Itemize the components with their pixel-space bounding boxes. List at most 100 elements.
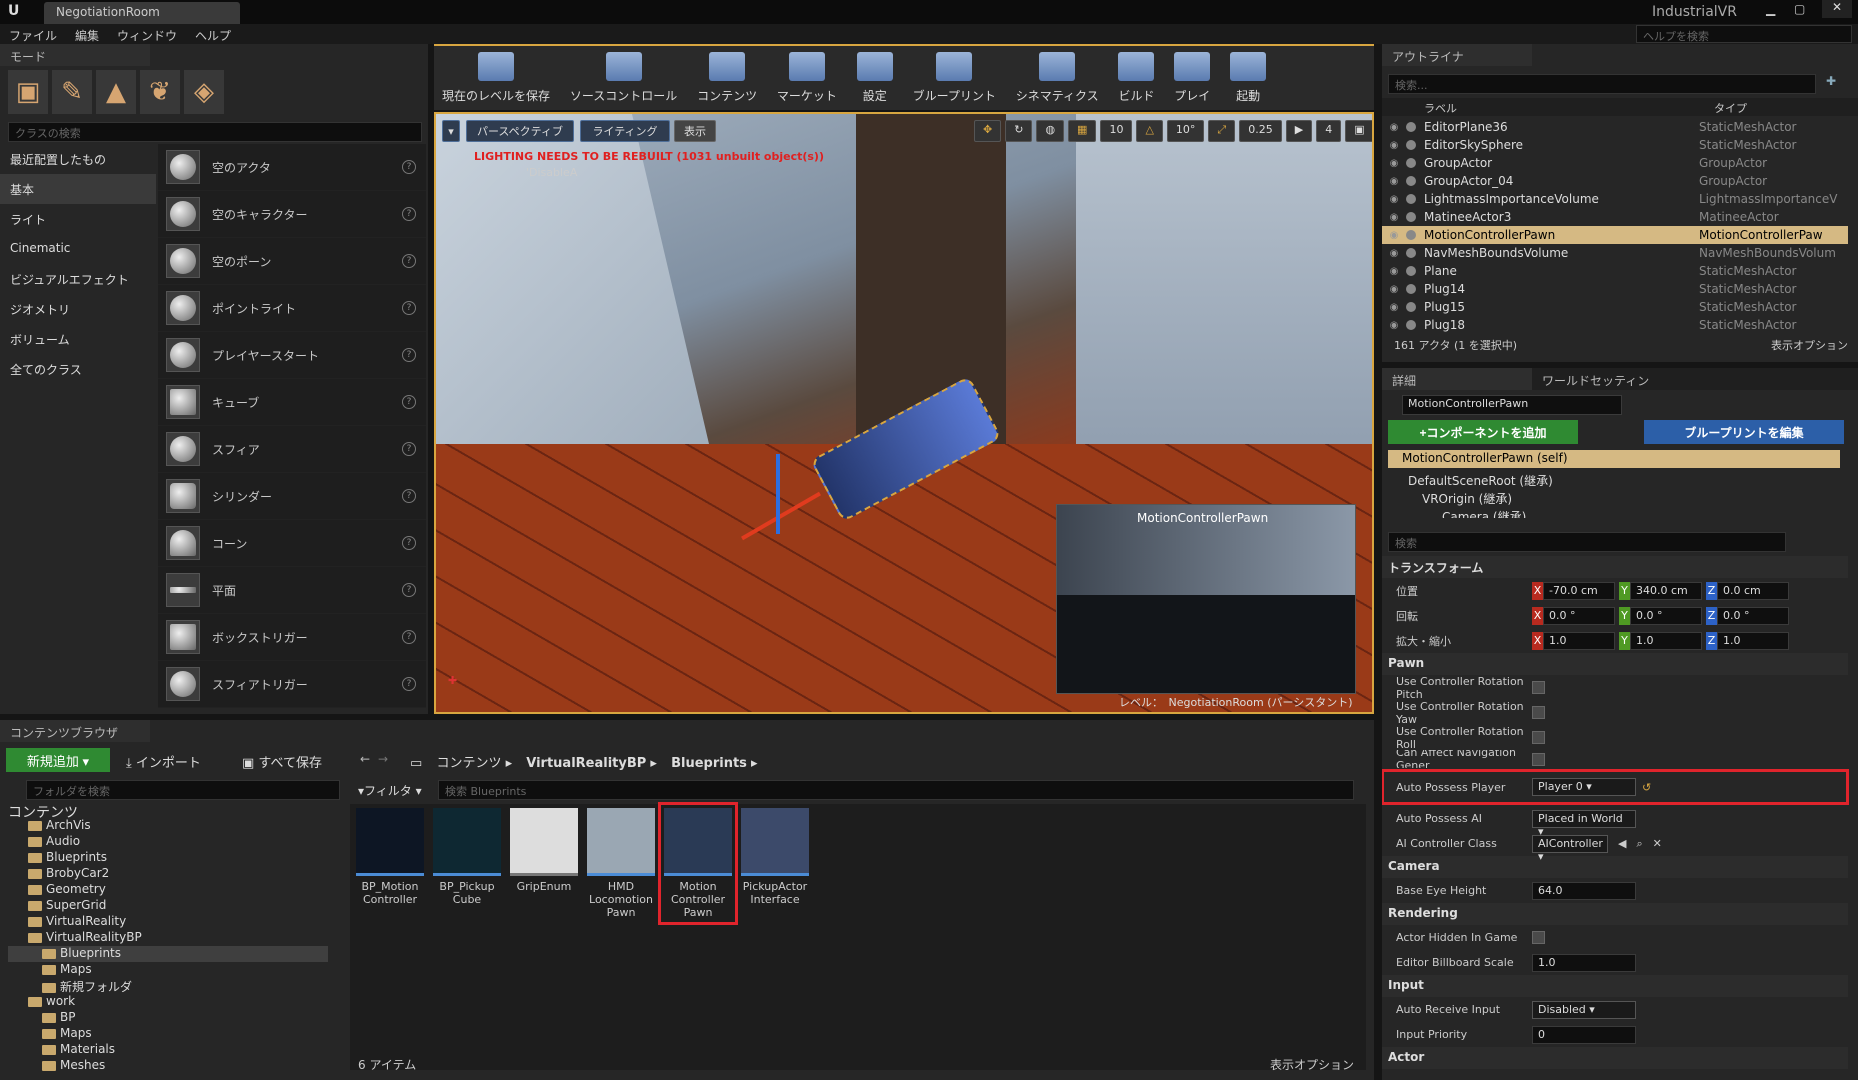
section-rendering[interactable]: Rendering [1382,903,1848,925]
details-tab[interactable]: 詳細 [1382,368,1532,390]
help-search-input[interactable]: ヘルプを検索 [1636,25,1852,43]
section-transform[interactable]: トランスフォーム [1382,556,1848,578]
clear-icon[interactable]: ✕ [1653,837,1662,850]
asset-grip-enum[interactable]: GripEnum [510,808,578,893]
category-volumes[interactable]: ボリューム [0,324,156,354]
eye-icon[interactable]: ◉ [1382,266,1406,277]
type-column[interactable]: タイプ [1714,100,1747,116]
asset-pickup-actor-interface[interactable]: PickupActor Interface [741,808,809,906]
import-button[interactable]: ⤓ インポート [126,752,201,771]
help-icon[interactable]: ? [402,677,416,691]
camera-speed-icon[interactable]: ▶ [1285,120,1313,142]
crumb-blueprints[interactable]: Blueprints [671,756,747,771]
market-button[interactable]: マーケット [769,46,845,104]
place-item[interactable]: 空のキャラクター? [158,191,426,238]
save-level-button[interactable]: 現在のレベルを保存 [434,46,558,104]
auto-possess-player-dropdown[interactable]: Player 0 ▾ [1532,778,1636,796]
scale-snap-icon[interactable]: ⤢ [1208,120,1236,142]
save-all-button[interactable]: ▣ すべて保存 [242,752,322,771]
viewport[interactable]: ▾ パースペクティブ ライティング 表示 LIGHTING NEEDS TO B… [434,112,1374,714]
scale-z[interactable]: 1.0 [1717,631,1789,650]
place-mode-icon[interactable]: ▣ [8,70,48,114]
eye-icon[interactable]: ◉ [1382,140,1406,151]
back-arrow-icon[interactable]: ← [360,752,370,766]
scale-value[interactable]: 0.25 [1239,120,1282,142]
folder-tree-item[interactable]: Materials [8,1042,328,1058]
help-icon[interactable]: ? [402,536,416,550]
category-vfx[interactable]: ビジュアルエフェクト [0,264,156,294]
outliner-row[interactable]: ◉ Plane StaticMeshActor [1382,262,1848,280]
outliner-row[interactable]: ◉ EditorSkySphere StaticMeshActor [1382,136,1848,154]
folder-tree-item[interactable]: SuperGrid [8,898,328,914]
folder-tree-item[interactable]: 新規フォルダ [8,978,328,994]
help-icon[interactable]: ? [402,583,416,597]
folder-tree-item[interactable]: Audio [8,834,328,850]
outliner-row[interactable]: ◉ NavMeshBoundsVolume NavMeshBoundsVolum [1382,244,1848,262]
actor-hidden-checkbox[interactable] [1532,931,1545,944]
eye-icon[interactable]: ◉ [1382,230,1406,241]
foliage-mode-icon[interactable]: ❦ [140,70,180,114]
folder-search-input[interactable]: フォルダを検索 [26,780,340,800]
base-eye-height-field[interactable]: 64.0 [1532,881,1636,900]
component-self[interactable]: MotionControllerPawn (self) [1388,450,1840,468]
folder-tree-item[interactable]: Blueprints [8,946,328,962]
minimize-button[interactable]: ▁ [1766,2,1775,16]
loc-x[interactable]: -70.0 cm [1543,581,1615,600]
asset-search-input[interactable]: 検索 Blueprints [438,780,1354,800]
outliner-search-input[interactable]: 検索... [1388,74,1816,94]
use-pitch-checkbox[interactable] [1532,681,1545,694]
outliner-row[interactable]: ◉ GroupActor GroupActor [1382,154,1848,172]
browse-icon[interactable]: ⌕ [1636,837,1642,851]
rot-y[interactable]: 0.0 ° [1630,606,1702,625]
outliner-row[interactable]: ◉ LightmassImportanceVolume LightmassImpor… [1382,190,1848,208]
category-basic[interactable]: 基本 [0,174,156,204]
place-item[interactable]: コーン? [158,520,426,567]
folder-tree-item[interactable]: Geometry [8,882,328,898]
place-item[interactable]: プレイヤースタート? [158,332,426,379]
section-pawn[interactable]: Pawn [1382,653,1848,675]
perspective-button[interactable]: パースペクティブ [466,120,574,142]
folder-tree-item[interactable]: コンテンツ [8,802,328,821]
place-item[interactable]: ポイントライト? [158,285,426,332]
maximize-viewport-icon[interactable]: ▣ [1345,120,1372,142]
folder-tree-item[interactable]: BP [8,1010,328,1026]
eye-icon[interactable]: ◉ [1382,194,1406,205]
place-item[interactable]: スフィア? [158,426,426,473]
outliner-row[interactable]: ◉ MotionControllerPawn MotionControllerPaw [1382,226,1848,244]
outliner-row[interactable]: ◉ MatineeActor3 MatineeActor [1382,208,1848,226]
content-browser-tab[interactable]: コンテンツブラウザ [0,720,150,742]
category-cinematic[interactable]: Cinematic [0,234,156,264]
use-roll-checkbox[interactable] [1532,731,1545,744]
show-button[interactable]: 表示 [674,120,716,142]
folder-tree-item[interactable]: VirtualRealityBP [8,930,328,946]
asset-hmd-locomotion-pawn[interactable]: HMD Locomotion Pawn [587,808,655,919]
grid-snap-icon[interactable]: ▦ [1068,120,1097,142]
place-item[interactable]: ボックストリガー? [158,614,426,661]
close-button[interactable]: ✕ [1822,0,1852,18]
view-options-button[interactable]: 表示オプション [1771,337,1848,353]
label-column[interactable]: ラベル [1424,100,1457,116]
help-icon[interactable]: ? [402,395,416,409]
rot-z[interactable]: 0.0 ° [1717,606,1789,625]
world-icon[interactable]: ◍ [1036,120,1065,142]
category-all[interactable]: 全てのクラス [0,354,156,384]
translate-icon[interactable]: ✥ [974,120,1002,142]
details-search-input[interactable]: 検索 [1388,532,1786,552]
eye-icon[interactable]: ◉ [1382,212,1406,223]
world-settings-tab[interactable]: ワールドセッティン [1532,368,1682,390]
geometry-mode-icon[interactable]: ◈ [184,70,224,114]
help-icon[interactable]: ? [402,630,416,644]
ai-controller-dropdown[interactable]: AIController ▾ [1532,834,1608,863]
folder-tree-item[interactable]: VirtualReality [8,914,328,930]
class-search-input[interactable]: クラスの検索 [8,122,422,142]
section-actor[interactable]: Actor [1382,1047,1848,1069]
help-icon[interactable]: ? [402,301,416,315]
eye-icon[interactable]: ◉ [1382,176,1406,187]
folder-tree-item[interactable]: work [8,994,328,1010]
viewport-options-button[interactable]: ▾ [442,120,460,142]
outliner-tab[interactable]: アウトライナ [1382,44,1532,66]
rotation-snap-icon[interactable]: △ [1136,120,1163,142]
folder-tree-item[interactable]: ArchVis [8,818,328,834]
forward-arrow-icon[interactable]: → [378,752,388,766]
modes-tab[interactable]: モード [0,44,150,66]
